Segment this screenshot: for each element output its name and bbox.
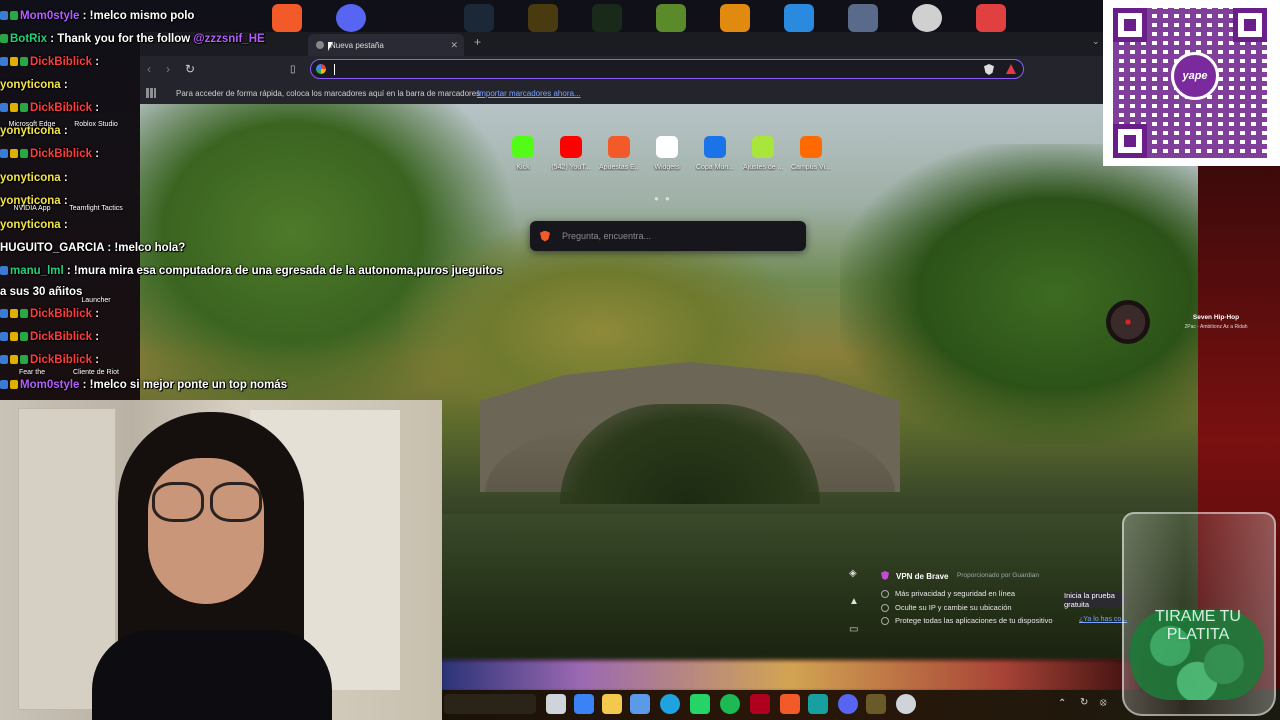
desktop-icon-label[interactable]: Launcher — [66, 297, 126, 304]
top-site-label: Ajustes de ... — [743, 164, 783, 171]
warning-icon[interactable]: ▲ — [849, 596, 859, 607]
app-taskbar-icon[interactable] — [808, 694, 828, 714]
campus-icon — [800, 136, 822, 158]
top-site-label: Apuestas E... — [599, 164, 639, 171]
top-site-label: Widgets — [654, 164, 680, 171]
whatsapp-icon[interactable] — [690, 694, 710, 714]
vpn-title: VPN de Brave — [896, 572, 949, 581]
game-taskbar-icon[interactable] — [866, 694, 886, 714]
store-icon[interactable] — [630, 694, 650, 714]
task-view-icon[interactable] — [546, 694, 566, 714]
sidebar-rail: ◈ ▲ ▭ — [844, 564, 866, 644]
chat-message: Mom0style : !melco si mejor ponte un top… — [0, 379, 287, 391]
chat-message: yonyticona : — [0, 79, 68, 91]
vpn-feature: Oculte su IP y cambie su ubicación — [881, 603, 1012, 613]
vpn-existing-link[interactable]: ¿Ya lo has co... — [1079, 616, 1127, 623]
tray-chevron-icon[interactable]: ⌃ — [1058, 698, 1066, 709]
chat-message: DickBiblick : — [0, 308, 99, 320]
discord-taskbar-icon[interactable] — [838, 694, 858, 714]
check-icon — [881, 590, 889, 599]
ntp-search-box[interactable] — [530, 221, 806, 251]
penguin-icon[interactable] — [848, 4, 878, 32]
top-site-label: Campus Vi... — [791, 164, 831, 171]
chat-message: DickBiblick : — [0, 56, 99, 68]
glasses-icon — [152, 482, 262, 522]
ntp-search-input[interactable] — [560, 230, 784, 242]
qr-finder — [1113, 8, 1147, 42]
spotify-icon[interactable] — [720, 694, 740, 714]
streamer-shirt — [92, 630, 332, 720]
desktop-icon-label[interactable]: NVIDIA App — [2, 205, 62, 212]
qr-finder — [1113, 124, 1147, 158]
widgets-icon — [656, 136, 678, 158]
background-trees-right — [840, 144, 1198, 444]
counter-strike-icon[interactable] — [720, 4, 750, 32]
vpn-trial-button[interactable]: Inicia la prueba gratuita — [1064, 591, 1126, 609]
album-art-icon — [1106, 300, 1150, 344]
chat-message: BotRix : Thank you for the follow @zzzsn… — [0, 33, 265, 45]
tray-network-icon[interactable]: ⦻ — [1100, 697, 1107, 708]
chat-message: DickBiblick : — [0, 102, 99, 114]
youtube-icon — [560, 136, 582, 158]
check-icon — [881, 617, 889, 626]
chat-icon[interactable]: ▭ — [849, 624, 858, 635]
settings-site-icon — [752, 136, 774, 158]
chat-message: DickBiblick : — [0, 354, 99, 366]
obs-icon[interactable] — [896, 694, 916, 714]
vpn-provider: Proporcionado por Guardian — [957, 572, 1040, 579]
top-site-tile[interactable]: Campus Vi... — [791, 132, 831, 171]
top-site-label: Copa Mun... — [695, 164, 735, 171]
now-playing-title: Seven Hip-Hop — [1192, 314, 1240, 321]
top-site-tile[interactable]: Widgets — [647, 132, 687, 171]
chat-message: yonyticona : — [0, 219, 68, 231]
chat-message: manu_lml : !mura mira esa computadora de… — [0, 265, 503, 277]
minecraft-icon[interactable] — [656, 4, 686, 32]
vpn-shield-icon[interactable]: ◈ — [849, 568, 857, 579]
chat-message: yonyticona : — [0, 172, 68, 184]
betting-site-icon — [608, 136, 630, 158]
copilot-icon[interactable] — [574, 694, 594, 714]
tray-sync-icon[interactable]: ↻ — [1080, 697, 1088, 708]
desktop-icon-label[interactable]: Cliente de Riot — [66, 369, 126, 376]
world-cup-icon — [704, 136, 726, 158]
now-playing-widget: Seven Hip-Hop 2Pac - Ambitionz Az a Rida… — [1104, 300, 1276, 344]
riot-icon[interactable] — [750, 694, 770, 714]
top-site-tile[interactable]: Copa Mun... — [695, 132, 735, 171]
yape-logo: yape — [1171, 52, 1219, 100]
webcam-feed — [0, 400, 442, 720]
sword-icon[interactable] — [592, 4, 622, 32]
file-explorer-icon[interactable] — [602, 694, 622, 714]
check-icon — [881, 604, 889, 613]
chat-message: DickBiblick : — [0, 148, 99, 160]
desktop-icon-label[interactable]: Roblox Studio — [66, 121, 126, 128]
top-site-tile[interactable]: Ajustes de ... — [743, 132, 783, 171]
tab-list-chevron-icon[interactable]: ⌄ — [1092, 36, 1100, 47]
map-pin-icon[interactable] — [976, 4, 1006, 32]
vpn-feature: Protege todas las aplicaciones de tu dis… — [881, 616, 1053, 626]
qr-finder — [1233, 8, 1267, 42]
chat-mention: @zzzsnif_HE — [193, 33, 265, 45]
yape-qr-code: yape — [1103, 0, 1280, 166]
stream-chat-overlay: Mom0style : !melco mismo polo BotRix : T… — [0, 0, 560, 400]
wallpaper-glow-band — [440, 660, 1140, 692]
desktop-icon-label[interactable]: Microsoft Edge — [2, 121, 62, 128]
app-f-icon[interactable] — [784, 4, 814, 32]
desktop-icon-label[interactable]: Teamfight Tactics — [66, 205, 126, 212]
chat-message: DickBiblick : — [0, 331, 99, 343]
pagination-dots[interactable]: ● ● — [654, 194, 672, 203]
edge-icon[interactable] — [660, 694, 680, 714]
ball-icon[interactable] — [912, 4, 942, 32]
top-site-tile[interactable]: Apuestas E... — [599, 132, 639, 171]
chat-message: Mom0style : !melco mismo polo — [0, 10, 194, 22]
chat-message: HUGUITO_GARCIA : !melco hola? — [0, 242, 186, 254]
brave-taskbar-icon[interactable] — [780, 694, 800, 714]
tip-jar-text: TIRAME TU PLATITA — [1155, 608, 1241, 643]
vpn-feature: Más privacidad y seguridad en línea — [881, 589, 1015, 599]
streamer-face — [148, 458, 264, 604]
taskbar-search[interactable] — [444, 694, 536, 714]
desktop-icon-label[interactable]: Fear the — [2, 369, 62, 376]
now-playing-artist: 2Pac - Ambitionz Az a Ridah — [1184, 324, 1248, 330]
